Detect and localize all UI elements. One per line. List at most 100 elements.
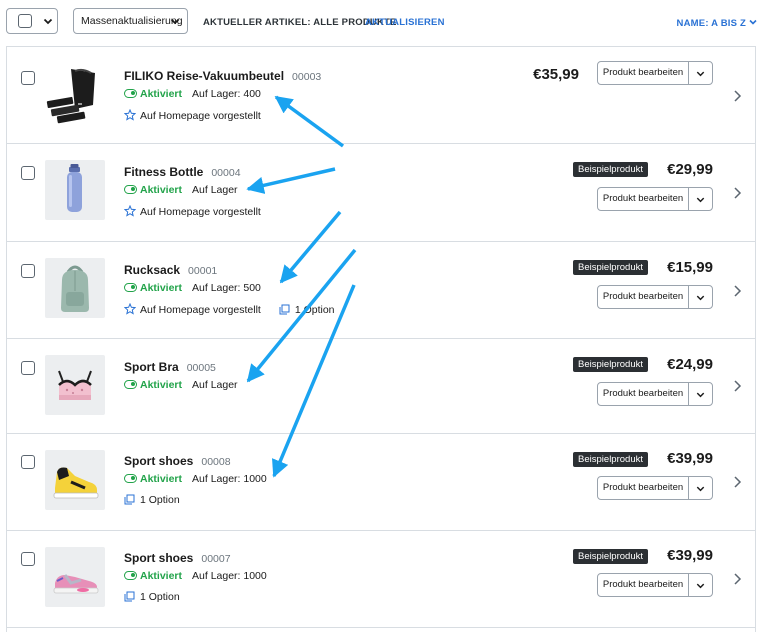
sample-product-badge: Beispielprodukt — [573, 549, 648, 564]
product-row[interactable]: FILIKO Reise-Vakuumbeutel 00003 Aktiviert… — [7, 47, 755, 144]
product-image-backpack — [45, 258, 105, 318]
product-row[interactable]: Rucksack 00001 Aktiviert Auf Lager: 500 Au… — [7, 242, 755, 339]
product-name[interactable]: Sport shoes 00007 — [124, 551, 231, 565]
edit-options-dropdown[interactable] — [689, 574, 712, 596]
product-list: FILIKO Reise-Vakuumbeutel 00003 Aktiviert… — [6, 46, 756, 632]
select-all-dropdown[interactable] — [6, 8, 58, 34]
edit-product-button[interactable]: Produkt bearbeiten — [598, 188, 689, 210]
status-active-label: Aktiviert — [140, 473, 183, 485]
sample-product-badge: Beispielprodukt — [573, 452, 648, 467]
chevron-down-icon — [696, 295, 705, 301]
chevron-down-icon — [696, 71, 705, 77]
chevron-right-icon[interactable] — [731, 186, 743, 200]
chevron-right-icon[interactable] — [731, 284, 743, 298]
toggle-on-icon[interactable] — [124, 185, 137, 194]
option-copy-icon — [124, 591, 135, 602]
edit-product-button[interactable]: Produkt bearbeiten — [598, 477, 689, 499]
product-meta: Auf Homepage vorgestellt 1 Option — [124, 303, 335, 316]
product-name[interactable]: FILIKO Reise-Vakuumbeutel 00003 — [124, 69, 321, 83]
edit-options-dropdown[interactable] — [689, 286, 712, 308]
sample-product-badge: Beispielprodukt — [573, 162, 648, 177]
product-status: Aktiviert Auf Lager — [124, 379, 238, 391]
sample-product-badge: Beispielprodukt — [573, 260, 648, 275]
star-icon[interactable] — [124, 303, 136, 315]
chevron-right-icon[interactable] — [731, 475, 743, 489]
product-name[interactable]: Sport Bra 00005 — [124, 360, 216, 374]
chevron-down-icon — [43, 18, 53, 25]
chevron-right-icon[interactable] — [731, 379, 743, 393]
product-row[interactable]: Fitness Bottle 00004 Aktiviert Auf Lager A… — [7, 144, 755, 242]
chevron-down-icon — [696, 486, 705, 492]
edit-product-button[interactable]: Produkt bearbeiten — [598, 286, 689, 308]
product-name[interactable]: Rucksack 00001 — [124, 263, 217, 277]
star-icon[interactable] — [124, 205, 136, 217]
product-id: 00003 — [292, 71, 322, 83]
list-toolbar: Massenaktualisierung AKTUELLER ARTIKEL: … — [0, 0, 768, 46]
row-checkbox[interactable] — [21, 71, 35, 85]
product-price: €39,99 — [667, 450, 713, 467]
edit-options-dropdown[interactable] — [689, 383, 712, 405]
toggle-on-icon[interactable] — [124, 380, 137, 389]
featured-label: Auf Homepage vorgestellt — [140, 110, 261, 122]
toggle-on-icon[interactable] — [124, 89, 137, 98]
product-name[interactable]: Fitness Bottle 00004 — [124, 165, 241, 179]
stock-label: Auf Lager: 500 — [192, 282, 261, 294]
row-checkbox[interactable] — [21, 166, 35, 180]
bulk-update-dropdown[interactable]: Massenaktualisierung — [73, 8, 188, 34]
edit-product-button-group: Produkt bearbeiten — [597, 187, 713, 211]
star-icon[interactable] — [124, 109, 136, 121]
row-checkbox[interactable] — [21, 264, 35, 278]
row-checkbox[interactable] — [21, 552, 35, 566]
sort-label: NAME: A BIS Z — [676, 18, 746, 29]
product-image-sport-bra — [45, 355, 105, 415]
option-count-label[interactable]: 1 Option — [140, 494, 180, 506]
product-image-vacuum-bags — [45, 65, 105, 125]
edit-product-button-group: Produkt bearbeiten — [597, 285, 713, 309]
edit-product-button-group: Produkt bearbeiten — [597, 61, 713, 85]
product-status: Aktiviert Auf Lager: 500 — [124, 282, 261, 294]
row-checkbox[interactable] — [21, 455, 35, 469]
product-id: 00001 — [188, 265, 218, 277]
product-status: Aktiviert Auf Lager: 400 — [124, 88, 261, 100]
status-active-label: Aktiviert — [140, 570, 183, 582]
product-meta: 1 Option — [124, 494, 180, 506]
chevron-right-icon[interactable] — [731, 89, 743, 103]
toggle-on-icon[interactable] — [124, 474, 137, 483]
refresh-link[interactable]: AKTUALISIEREN — [365, 17, 445, 28]
select-all-checkbox[interactable] — [18, 14, 32, 28]
edit-product-button[interactable]: Produkt bearbeiten — [598, 574, 689, 596]
product-price: €24,99 — [667, 356, 713, 373]
sample-product-badge: Beispielprodukt — [573, 357, 648, 372]
product-id: 00007 — [201, 553, 231, 565]
option-count-label[interactable]: 1 Option — [140, 591, 180, 603]
chevron-right-icon[interactable] — [731, 572, 743, 586]
edit-product-button-group: Produkt bearbeiten — [597, 382, 713, 406]
edit-options-dropdown[interactable] — [689, 62, 712, 84]
option-count-label[interactable]: 1 Option — [295, 304, 335, 316]
product-row[interactable]: Sport shoes 00008 Aktiviert Auf Lager: 100… — [7, 434, 755, 531]
stock-label: Auf Lager: 1000 — [192, 570, 267, 582]
product-status: Aktiviert Auf Lager: 1000 — [124, 570, 267, 582]
status-active-label: Aktiviert — [140, 184, 183, 196]
edit-options-dropdown[interactable] — [689, 188, 712, 210]
toggle-on-icon[interactable] — [124, 283, 137, 292]
product-name[interactable]: Sport shoes 00008 — [124, 454, 231, 468]
product-image-bottle — [45, 160, 105, 220]
product-row[interactable]: Sport Bra 00005 Aktiviert Auf Lager Beispi… — [7, 339, 755, 434]
edit-product-button[interactable]: Produkt bearbeiten — [598, 383, 689, 405]
product-price: €15,99 — [667, 259, 713, 276]
product-image-shoe-yellow — [45, 450, 105, 510]
product-status: Aktiviert Auf Lager: 1000 — [124, 473, 267, 485]
bulk-update-label: Massenaktualisierung — [81, 15, 183, 27]
product-id: 00008 — [201, 456, 231, 468]
toggle-on-icon[interactable] — [124, 571, 137, 580]
sort-dropdown[interactable]: NAME: A BIS Z — [677, 17, 758, 29]
product-row[interactable]: Sport shoes 00007 Aktiviert Auf Lager: 100… — [7, 531, 755, 628]
edit-options-dropdown[interactable] — [689, 477, 712, 499]
row-checkbox[interactable] — [21, 361, 35, 375]
edit-product-button[interactable]: Produkt bearbeiten — [598, 62, 689, 84]
stock-label: Auf Lager — [192, 379, 238, 391]
edit-product-button-group: Produkt bearbeiten — [597, 573, 713, 597]
chevron-down-icon — [170, 18, 180, 25]
status-active-label: Aktiviert — [140, 88, 183, 100]
